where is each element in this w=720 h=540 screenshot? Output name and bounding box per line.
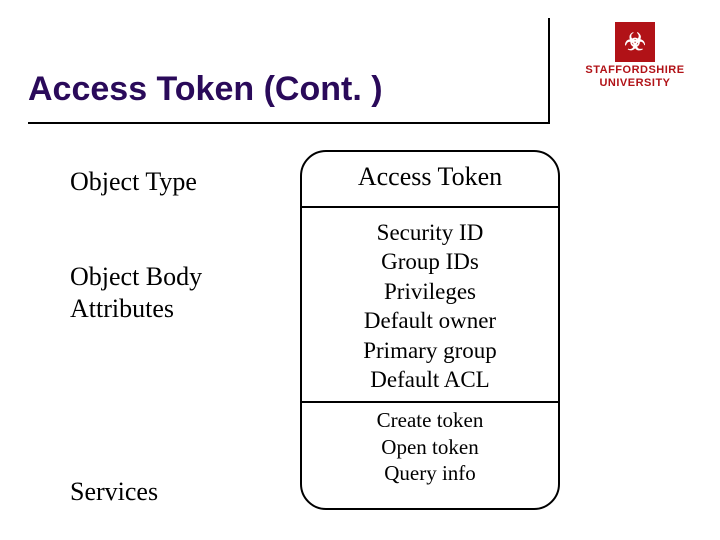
label-services: Services bbox=[70, 476, 290, 509]
box-services: Create token Open token Query info bbox=[302, 403, 558, 496]
label-object-body: Object Body Attributes bbox=[70, 261, 290, 326]
token-box: Access Token Security ID Group IDs Privi… bbox=[300, 150, 560, 510]
slide-title: Access Token (Cont. ) bbox=[28, 70, 560, 119]
attr-default-acl: Default ACL bbox=[308, 365, 552, 394]
label-object-body-l1: Object Body bbox=[70, 262, 202, 291]
svc-create-token: Create token bbox=[308, 407, 552, 434]
box-attributes: Security ID Group IDs Privileges Default… bbox=[302, 208, 558, 401]
logo-text-line2: UNIVERSITY bbox=[580, 77, 690, 90]
svc-open-token: Open token bbox=[308, 434, 552, 461]
svc-query-info: Query info bbox=[308, 460, 552, 487]
logo-text-line1: STAFFORDSHIRE bbox=[580, 64, 690, 77]
attr-group-ids: Group IDs bbox=[308, 247, 552, 276]
attr-primary-group: Primary group bbox=[308, 336, 552, 365]
box-header: Access Token bbox=[302, 152, 558, 206]
left-labels: Object Type Object Body Attributes Servi… bbox=[70, 160, 290, 508]
label-object-type: Object Type bbox=[70, 166, 290, 199]
title-horizontal-rule bbox=[28, 122, 548, 124]
title-area: Access Token (Cont. ) bbox=[28, 70, 560, 119]
university-logo: ☣ STAFFORDSHIRE UNIVERSITY bbox=[580, 22, 690, 89]
attr-privileges: Privileges bbox=[308, 277, 552, 306]
attr-security-id: Security ID bbox=[308, 218, 552, 247]
attr-default-owner: Default owner bbox=[308, 306, 552, 335]
biohazard-icon: ☣ bbox=[615, 22, 655, 62]
slide: ☣ STAFFORDSHIRE UNIVERSITY Access Token … bbox=[0, 0, 720, 540]
label-object-body-l2: Attributes bbox=[70, 294, 174, 323]
logo-glyph: ☣ bbox=[624, 28, 646, 57]
